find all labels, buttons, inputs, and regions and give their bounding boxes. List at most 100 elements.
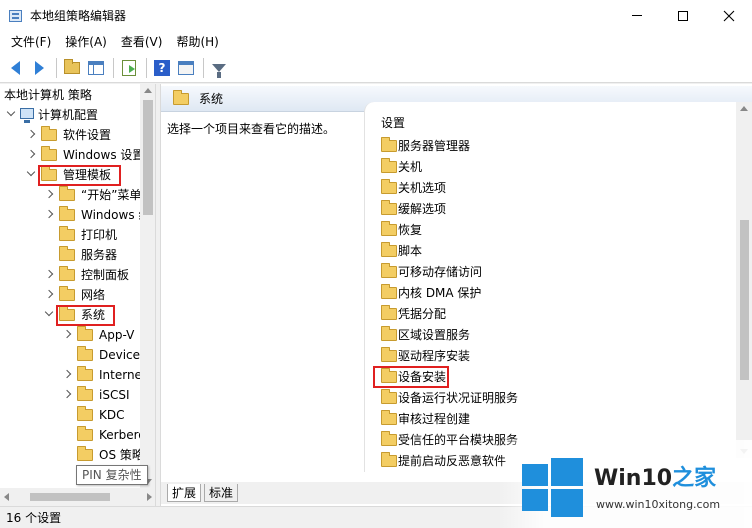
tab-extended[interactable]: 扩展 [167, 484, 202, 502]
chevron-right-icon[interactable] [26, 149, 36, 159]
tree-item-label: Device Gu [99, 348, 140, 362]
chevron-right-icon[interactable] [26, 129, 36, 139]
details-vertical-scrollbar[interactable] [736, 102, 752, 458]
description-text: 选择一个项目来查看它的描述。 [167, 122, 336, 136]
settings-item-label: 服务器管理器 [398, 139, 471, 153]
help-button[interactable]: ? [151, 57, 173, 79]
window-title: 本地组策略编辑器 [30, 9, 127, 23]
settings-item-label: 凭据分配 [398, 307, 447, 321]
menu-action[interactable]: 操作(A) [58, 31, 114, 53]
scroll-left-icon[interactable] [4, 493, 9, 501]
menu-view[interactable]: 查看(V) [114, 31, 170, 53]
help-icon: ? [154, 59, 170, 76]
folder-icon [381, 263, 397, 278]
tree-item-label: 软件设置 [63, 128, 112, 142]
scroll-right-icon[interactable] [147, 493, 152, 501]
watermark-url: www.win10xitong.com [596, 498, 721, 511]
folder-icon [59, 286, 75, 301]
minimize-button[interactable] [614, 0, 660, 31]
view-button[interactable] [175, 57, 197, 79]
export-list-icon [122, 59, 136, 76]
settings-item-label: 提前启动反恶意软件 [398, 454, 507, 468]
back-arrow-icon [10, 60, 20, 75]
tab-standard[interactable]: 标准 [204, 484, 239, 502]
folder-icon [381, 347, 397, 362]
chevron-down-icon[interactable] [26, 167, 36, 177]
tooltip: PIN 复杂性 [76, 465, 148, 485]
tree-item-label: “开始”菜单和任 [81, 188, 140, 202]
chevron-right-icon[interactable] [62, 369, 72, 379]
settings-item-label: 内核 DMA 保护 [398, 286, 482, 300]
chevron-down-icon[interactable] [44, 307, 54, 317]
win10-watermark-logo: Win10之家 www.win10xitong.com [498, 440, 752, 528]
chevron-down-icon[interactable] [6, 107, 16, 117]
settings-item-label: 恢复 [398, 223, 423, 237]
tree-vertical-scrollbar[interactable] [140, 84, 155, 488]
folder-icon [77, 366, 93, 381]
folder-icon [77, 346, 93, 361]
show-hide-tree-icon [88, 60, 104, 75]
scroll-up-icon[interactable] [740, 106, 748, 111]
chevron-right-icon[interactable] [44, 289, 54, 299]
menu-file[interactable]: 文件(F) [4, 31, 58, 53]
folder-icon [381, 158, 397, 173]
folder-icon [59, 246, 75, 261]
tree-item-label: Kerberos [99, 428, 140, 442]
tree-item-label: 服务器 [81, 248, 118, 262]
maximize-button[interactable] [660, 0, 706, 31]
show-hide-tree-button[interactable] [85, 57, 107, 79]
folder-icon [59, 266, 75, 281]
filter-icon [212, 63, 226, 78]
chevron-right-icon[interactable] [44, 269, 54, 279]
settings-item-label: 可移动存储访问 [398, 265, 483, 279]
watermark-brand: Win10之家 [594, 460, 716, 492]
watermark-brand-main: Win10 [594, 466, 673, 491]
folder-icon [381, 452, 397, 467]
settings-list: 设置 服务器管理器 关机 关机选项 缓解选项 恢复 脚本 可移动存储访问 内核 DMA 保护凭… [364, 102, 752, 472]
folder-icon [77, 326, 93, 341]
description-area: 选择一个项目来查看它的描述。 [161, 112, 364, 472]
tree-scroll-thumb[interactable] [143, 100, 153, 215]
tree-item-label: 控制面板 [81, 268, 130, 282]
folder-icon [173, 90, 189, 105]
chevron-right-icon[interactable] [44, 189, 54, 199]
tree-item-label: 打印机 [81, 228, 118, 242]
menu-help[interactable]: 帮助(H) [169, 31, 225, 53]
menu-bar: 文件(F) 操作(A) 查看(V) 帮助(H) [0, 31, 752, 53]
chevron-right-icon[interactable] [62, 389, 72, 399]
tree-item-label: Windows 设置 [63, 148, 140, 162]
tree-item-label: 计算机配置 [38, 108, 99, 122]
folder-icon [381, 284, 397, 299]
minimize-icon [632, 15, 642, 16]
up-one-level-button[interactable] [61, 57, 83, 79]
toolbar: ? [0, 53, 752, 83]
chevron-right-icon[interactable] [44, 209, 54, 219]
filter-button[interactable] [208, 57, 230, 79]
details-scroll-thumb[interactable] [740, 220, 749, 380]
tree-hscroll-thumb[interactable] [30, 493, 110, 501]
tree-pane: 本地计算机 策略计算机配置软件设置Windows 设置管理模板“开始”菜单和任W… [0, 84, 156, 506]
close-button[interactable] [706, 0, 752, 31]
chevron-right-icon[interactable] [62, 329, 72, 339]
toolbar-separator [113, 57, 114, 78]
tree-horizontal-scrollbar[interactable] [0, 488, 155, 506]
folder-icon [59, 206, 75, 221]
highlight-box [56, 305, 115, 326]
computer-icon [20, 108, 34, 123]
export-list-button[interactable] [118, 57, 140, 79]
settings-column-header[interactable]: 设置 [381, 114, 405, 131]
tree-item-label: KDC [99, 408, 125, 422]
folder-icon [41, 146, 57, 161]
forward-button[interactable] [28, 57, 50, 79]
folder-icon [77, 446, 93, 461]
watermark-brand-accent: 之家 [672, 466, 717, 491]
highlight-box [373, 366, 449, 388]
folder-icon [77, 386, 93, 401]
settings-item-label: 缓解选项 [398, 202, 447, 216]
close-icon [723, 10, 735, 21]
tree-item-label: 本地计算机 策略 [4, 88, 92, 102]
folder-icon [77, 426, 93, 441]
scroll-up-icon[interactable] [144, 88, 152, 93]
folder-icon [381, 179, 397, 194]
back-button[interactable] [4, 57, 26, 79]
